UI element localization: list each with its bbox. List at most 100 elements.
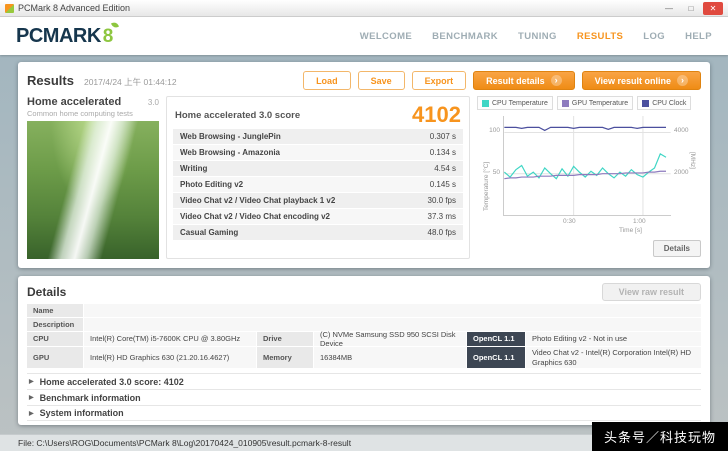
chevron-right-icon: ›: [677, 75, 688, 86]
nav-benchmark[interactable]: BENCHMARK: [432, 31, 498, 42]
score-row-label: Photo Editing v2: [180, 180, 244, 189]
test-subtitle: Common home computing tests: [27, 109, 133, 118]
score-row: Writing 4.54 s: [173, 161, 463, 176]
minimize-button[interactable]: —: [659, 2, 679, 15]
watermark: 头条号／科技玩物: [591, 422, 728, 451]
legend-label: CPU Temperature: [492, 99, 548, 107]
titlebar: PCMark 8 Advanced Edition — □ ✕: [0, 0, 728, 17]
details-header: Details View raw result: [27, 281, 701, 303]
y-tick-100: 100: [489, 127, 500, 134]
expand-arrow-icon: ▶: [29, 395, 34, 401]
details-card: Details View raw result Name Description…: [18, 276, 710, 425]
view-online-label: View result online: [594, 75, 671, 86]
score-row-value: 4.54 s: [434, 164, 456, 173]
table-row: GPU Intel(R) HD Graphics 630 (21.20.16.4…: [27, 347, 701, 368]
details-title: Details: [27, 285, 67, 299]
opencl-label: OpenCL 1.1: [467, 347, 525, 368]
pcmark-logo: PCMARK 8: [16, 20, 120, 48]
results-title: Results: [27, 73, 74, 88]
expander-home-accelerated-score[interactable]: ▶ Home accelerated 3.0 score: 4102: [27, 373, 701, 389]
test-version: 3.0: [147, 98, 159, 107]
expand-arrow-icon: ▶: [29, 410, 34, 417]
maximize-button[interactable]: □: [681, 2, 701, 15]
score-row: Web Browsing - JunglePin 0.307 s: [173, 129, 463, 144]
results-timestamp: 2017/4/24 上午 01:44:12: [83, 77, 177, 87]
right-tick-2000: 2000: [674, 169, 689, 176]
nav-results[interactable]: RESULTS: [577, 31, 623, 42]
cpu-temperature-swatch-icon: [482, 99, 489, 107]
memory-value: 16384MB: [314, 347, 466, 368]
nav-log[interactable]: LOG: [643, 31, 665, 42]
gpu-temperature-swatch-icon: [561, 99, 569, 107]
test-header: Home accelerated 3.0: [27, 96, 159, 108]
score-row-value: 0.145 s: [429, 180, 456, 189]
expander-label: Benchmark information: [39, 392, 141, 403]
content-area: Results 2017/4/24 上午 01:44:12 Load Save …: [0, 55, 728, 451]
view-result-online-button[interactable]: View result online ›: [581, 71, 701, 90]
nav-tuning[interactable]: TUNING: [518, 31, 557, 42]
cpu-value: Intel(R) Core(TM) i5-7600K CPU @ 3.80GHz: [84, 332, 256, 346]
x-axis-label: Time [s]: [619, 227, 642, 234]
score-row-value: 30.0 fps: [427, 196, 456, 205]
nav-welcome[interactable]: WELCOME: [360, 31, 412, 42]
logo-8: 8: [102, 20, 120, 48]
cpu-clock-swatch-icon: [642, 99, 650, 107]
gpu-value: Intel(R) HD Graphics 630 (21.20.16.4627): [84, 347, 256, 368]
memory-label: Memory: [257, 347, 313, 368]
legend-gpu-temperature: GPU Temperature: [556, 96, 634, 110]
score-row-value: 37.3 ms: [427, 212, 456, 221]
name-label: Name: [27, 304, 83, 317]
load-button[interactable]: Load: [303, 71, 351, 90]
chevron-right-icon: ›: [550, 75, 562, 86]
score-row: Casual Gaming 48.0 fps: [173, 225, 463, 240]
score-row-label: Writing: [180, 164, 208, 173]
export-button[interactable]: Export: [411, 71, 467, 90]
right-axis-label: [MHz]: [689, 152, 696, 169]
score-row-label: Web Browsing - Amazonia: [180, 148, 281, 157]
right-tick-4000: 4000: [674, 127, 689, 134]
monitoring-panel: CPU Temperature GPU Temperature CPU Cloc…: [477, 96, 701, 259]
score-row: Web Browsing - Amazonia 0.134 s: [173, 145, 463, 160]
result-file-path: File: C:\Users\ROG\Documents\PCMark 8\Lo…: [18, 438, 352, 448]
description-label: Description: [27, 318, 83, 331]
score-row: Photo Editing v2 0.145 s: [173, 177, 463, 192]
legend-label: CPU Clock: [652, 99, 687, 107]
score-row: Video Chat v2 / Video Chat encoding v2 37…: [173, 209, 463, 224]
table-row: CPU Intel(R) Core(TM) i5-7600K CPU @ 3.8…: [27, 330, 701, 348]
main-nav: WELCOME BENCHMARK TUNING RESULTS LOG HEL…: [360, 31, 712, 42]
score-row-value: 0.307 s: [429, 132, 456, 141]
chart-details-button[interactable]: Details: [652, 240, 701, 257]
legend-label: GPU Temperature: [571, 99, 629, 107]
save-button[interactable]: Save: [357, 71, 405, 90]
expand-arrow-icon: ▶: [29, 379, 34, 385]
nav-help[interactable]: HELP: [685, 31, 712, 42]
view-raw-result-button[interactable]: View raw result: [601, 283, 701, 301]
opencl-photo-editing-value: Photo Editing v2 - Not in use: [526, 332, 701, 346]
logo-8-digit: 8: [102, 25, 114, 47]
results-card: Results 2017/4/24 上午 01:44:12 Load Save …: [18, 62, 710, 268]
results-header: Results 2017/4/24 上午 01:44:12 Load Save …: [27, 67, 701, 94]
score-header: Home accelerated 3.0 score 4102: [173, 101, 463, 129]
legend-cpu-temperature: CPU Temperature: [477, 96, 553, 110]
result-details-button[interactable]: Result details ›: [473, 71, 575, 90]
window-controls: — □ ✕: [659, 1, 723, 15]
expander-system-information[interactable]: ▶ System information: [27, 405, 701, 421]
expander-benchmark-information[interactable]: ▶ Benchmark information: [27, 389, 701, 405]
score-row-label: Web Browsing - JunglePin: [180, 132, 281, 141]
waterfall-thumbnail-image: [27, 121, 159, 259]
chart-plot: [503, 116, 671, 216]
gpu-label: GPU: [27, 347, 83, 368]
score-value: 4102: [412, 102, 461, 127]
score-row: Video Chat v2 / Video Chat playback 1 v2…: [173, 193, 463, 208]
close-button[interactable]: ✕: [703, 1, 723, 15]
score-panel: Home accelerated 3.0 score 4102 Web Brow…: [166, 96, 470, 259]
score-row-value: 0.134 s: [429, 148, 456, 157]
table-row: Name: [27, 304, 701, 317]
name-value: [84, 304, 701, 317]
result-details-label: Result details: [486, 75, 545, 86]
details-table: Name Description CPU Intel(R) Core(TM) i…: [27, 304, 701, 368]
score-row-label: Video Chat v2 / Video Chat encoding v2: [180, 212, 330, 221]
score-row-label: Video Chat v2 / Video Chat playback 1 v2: [180, 196, 336, 205]
opencl-video-chat-value: Video Chat v2 - Intel(R) Corporation Int…: [526, 347, 701, 368]
expander-label: Home accelerated 3.0 score: 4102: [39, 376, 184, 387]
